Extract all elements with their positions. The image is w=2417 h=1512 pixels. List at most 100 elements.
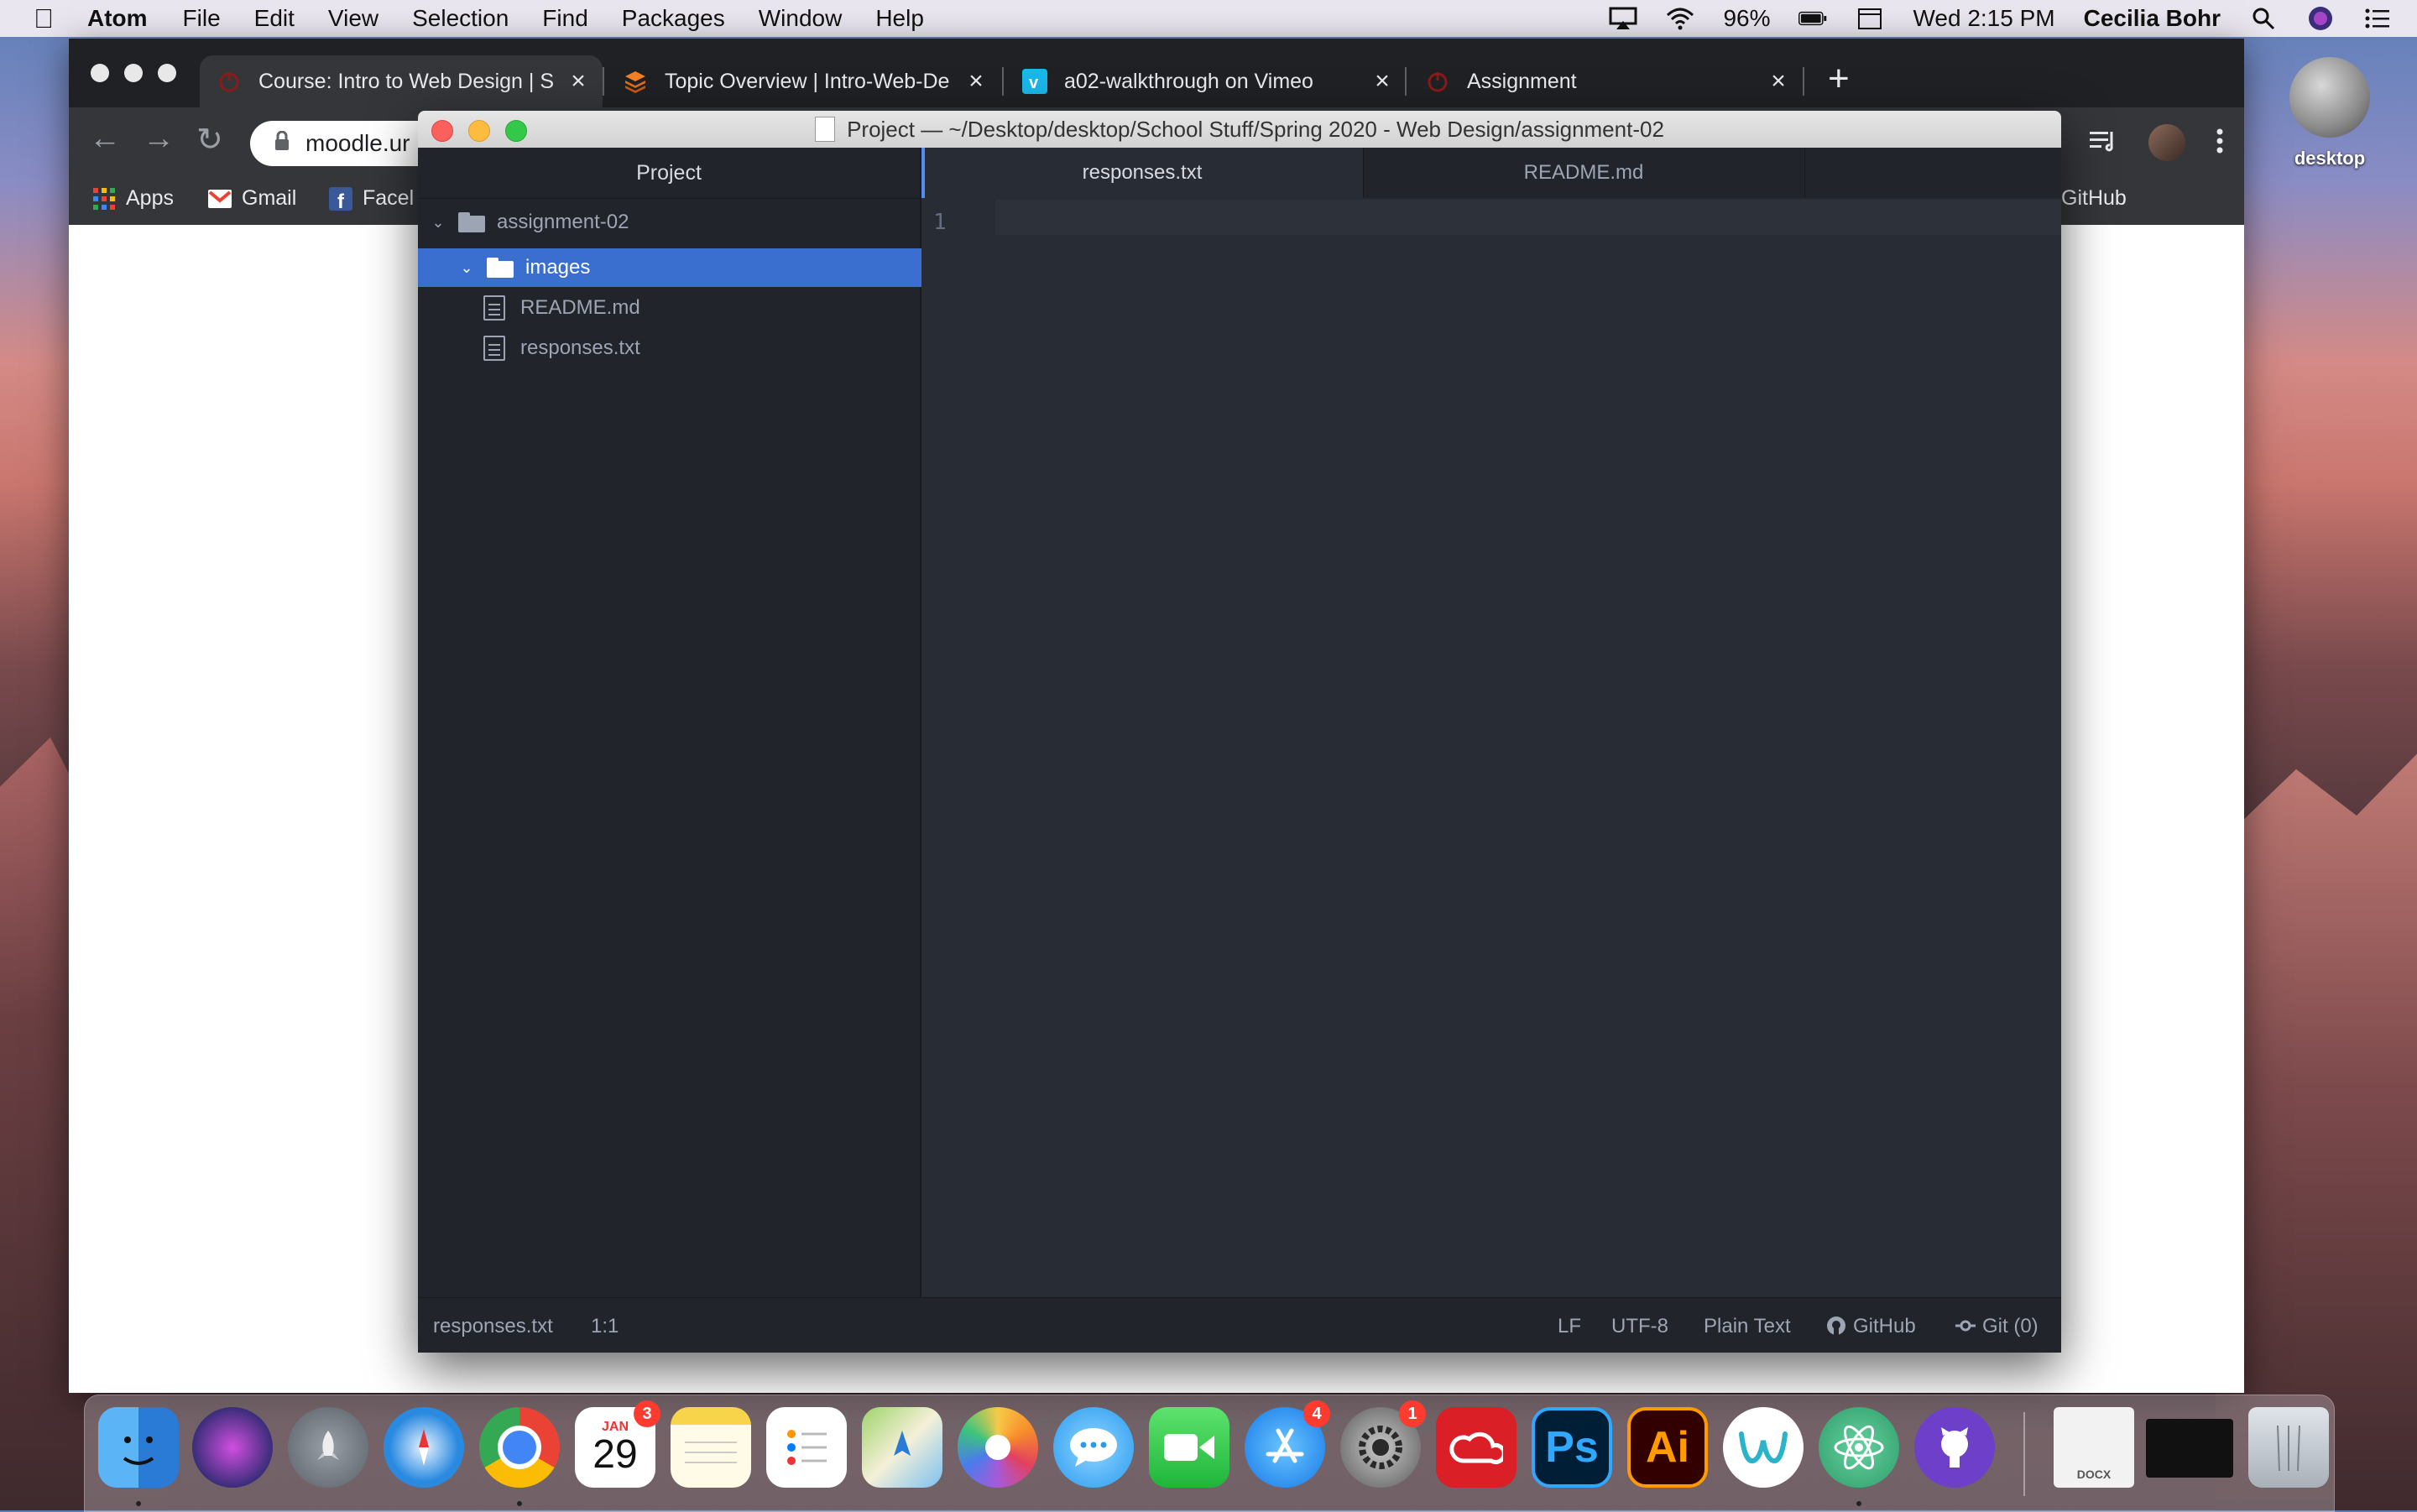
tree-item-label: responses.txt	[520, 336, 640, 359]
tab-close-icon[interactable]: ×	[566, 67, 591, 96]
tree-item-label: README.md	[520, 296, 640, 319]
tree-item-label: assignment-02	[497, 211, 629, 233]
reminders-icon[interactable]	[766, 1407, 847, 1488]
status-grammar[interactable]: Plain Text	[1704, 1315, 1791, 1338]
screenshot-thumbnail[interactable]	[2146, 1419, 2233, 1478]
menu-find[interactable]: Find	[542, 5, 587, 32]
menu-selection[interactable]: Selection	[412, 5, 509, 32]
bookmark-label: Facel	[363, 186, 415, 210]
tab-close-icon[interactable]: ×	[1370, 67, 1395, 96]
facetime-icon[interactable]	[1149, 1407, 1229, 1488]
battery-percent: 96%	[1723, 5, 1771, 31]
tab-close-icon[interactable]: ×	[1766, 67, 1791, 96]
apps-grid-icon	[92, 187, 116, 211]
chevron-down-icon[interactable]: ⌄	[430, 214, 446, 231]
lock-icon	[274, 130, 290, 156]
creative-cloud-icon[interactable]	[1436, 1407, 1516, 1488]
menu-app-name[interactable]: Atom	[87, 5, 148, 32]
tree-file-responses[interactable]: responses.txt	[418, 329, 985, 368]
illustrator-icon[interactable]: Ai	[1627, 1407, 1708, 1488]
photoshop-icon[interactable]: Ps	[1532, 1407, 1612, 1488]
editor-tab-responses[interactable]: responses.txt	[921, 148, 1364, 198]
browser-tab-assignment[interactable]: Assignment ×	[1408, 55, 1803, 107]
bookmark-github[interactable]: GitHub	[2061, 186, 2127, 211]
editor-tab-readme[interactable]: README.md	[1363, 148, 1805, 198]
new-tab-plus-icon[interactable]: +	[1828, 60, 1850, 97]
notification-center-icon[interactable]	[2363, 7, 2392, 30]
github-icon	[1827, 1316, 1845, 1336]
github-desktop-icon[interactable]	[1914, 1407, 1995, 1488]
calendar-dock-icon[interactable]: JAN 29 3	[575, 1400, 660, 1488]
browser-tab-course[interactable]: Course: Intro to Web Design | S ×	[200, 55, 603, 107]
menu-edit[interactable]: Edit	[254, 5, 295, 32]
finder-icon[interactable]	[98, 1407, 179, 1506]
system-preferences-gear-icon[interactable]: 1	[1340, 1400, 1426, 1488]
chrome-menu-icon[interactable]	[2216, 128, 2224, 159]
tree-file-readme[interactable]: README.md	[418, 289, 985, 327]
atom-zoom-button[interactable]	[505, 120, 527, 142]
back-arrow-icon[interactable]: ←	[89, 121, 121, 157]
launchpad-rocket-icon[interactable]	[288, 1407, 368, 1488]
menu-help[interactable]: Help	[875, 5, 924, 32]
menu-file[interactable]: File	[183, 5, 221, 32]
media-controls-icon[interactable]	[2088, 128, 2118, 158]
atom-dock-icon[interactable]	[1819, 1407, 1899, 1506]
safari-compass-icon[interactable]	[384, 1407, 464, 1488]
spotlight-search-icon[interactable]	[2249, 7, 2278, 30]
tab-close-icon[interactable]: ×	[963, 67, 989, 96]
vimeo-icon: v	[1022, 69, 1047, 94]
tree-root-folder[interactable]: ⌄ assignment-02	[418, 203, 932, 242]
bookmark-gmail[interactable]: Gmail	[208, 186, 296, 211]
status-file-path[interactable]: responses.txt	[433, 1315, 553, 1338]
menubar-clock[interactable]: Wed 2:15 PM	[1913, 5, 2054, 32]
wifi-icon[interactable]	[1666, 7, 1694, 30]
tree-folder-images[interactable]: ⌄ images	[418, 248, 960, 287]
battery-icon[interactable]	[1798, 7, 1827, 30]
forward-arrow-icon[interactable]: →	[143, 121, 175, 157]
airplay-icon[interactable]	[1609, 7, 1637, 30]
atom-close-button[interactable]	[431, 120, 453, 142]
folder-icon	[458, 212, 485, 232]
atom-minimize-button[interactable]	[468, 120, 490, 142]
menubar-user[interactable]: Cecilia Bohr	[2084, 5, 2221, 32]
photos-icon[interactable]	[958, 1407, 1038, 1488]
profile-avatar[interactable]	[2148, 124, 2185, 161]
running-indicator	[136, 1501, 141, 1506]
status-line-ending[interactable]: LF	[1558, 1315, 1581, 1338]
desktop-folder-icon[interactable]: desktop	[2288, 57, 2372, 169]
reload-icon[interactable]: ↻	[196, 121, 223, 159]
siri-icon[interactable]	[2306, 7, 2335, 30]
editor-cursor-line[interactable]	[995, 200, 2061, 235]
status-cursor-position[interactable]: 1:1	[591, 1315, 619, 1338]
chrome-zoom-button[interactable]	[158, 64, 176, 82]
siri-dock-icon[interactable]	[192, 1407, 273, 1488]
bookmark-apps[interactable]: Apps	[92, 186, 174, 211]
browser-tab-vimeo[interactable]: v a02-walkthrough on Vimeo ×	[1005, 55, 1407, 107]
tab-divider	[1803, 67, 1804, 96]
chevron-down-icon[interactable]: ⌄	[458, 259, 475, 276]
document-proxy-icon[interactable]	[815, 117, 836, 142]
status-github[interactable]: GitHub	[1826, 1315, 1916, 1338]
chrome-minimize-button[interactable]	[124, 64, 143, 82]
menu-view[interactable]: View	[328, 5, 378, 32]
chrome-dock-icon[interactable]	[479, 1407, 560, 1506]
apple-menu-icon[interactable]: 	[34, 5, 54, 32]
trash-icon[interactable]	[2248, 1407, 2329, 1488]
app-store-icon[interactable]: 4	[1245, 1400, 1330, 1488]
menu-window[interactable]: Window	[759, 5, 843, 32]
messages-icon[interactable]	[1053, 1407, 1134, 1488]
status-git-label: Git (0)	[1982, 1315, 2039, 1337]
browser-tab-topic-overview[interactable]: Topic Overview | Intro-Web-De ×	[606, 55, 1000, 107]
calendar-menu-icon[interactable]	[1856, 7, 1884, 30]
svg-text:f: f	[337, 190, 345, 211]
menu-packages[interactable]: Packages	[622, 5, 725, 32]
chrome-close-button[interactable]	[91, 64, 109, 82]
docx-document-icon[interactable]: DOCX	[2054, 1407, 2134, 1488]
status-encoding[interactable]: UTF-8	[1611, 1315, 1668, 1338]
status-git[interactable]: Git (0)	[1955, 1315, 2039, 1338]
notes-icon[interactable]	[671, 1407, 751, 1488]
bookmark-facebook[interactable]: f Facel	[329, 186, 414, 211]
webstorm-w-icon[interactable]	[1723, 1407, 1804, 1488]
maps-icon[interactable]	[862, 1407, 942, 1488]
facebook-icon: f	[329, 186, 352, 211]
